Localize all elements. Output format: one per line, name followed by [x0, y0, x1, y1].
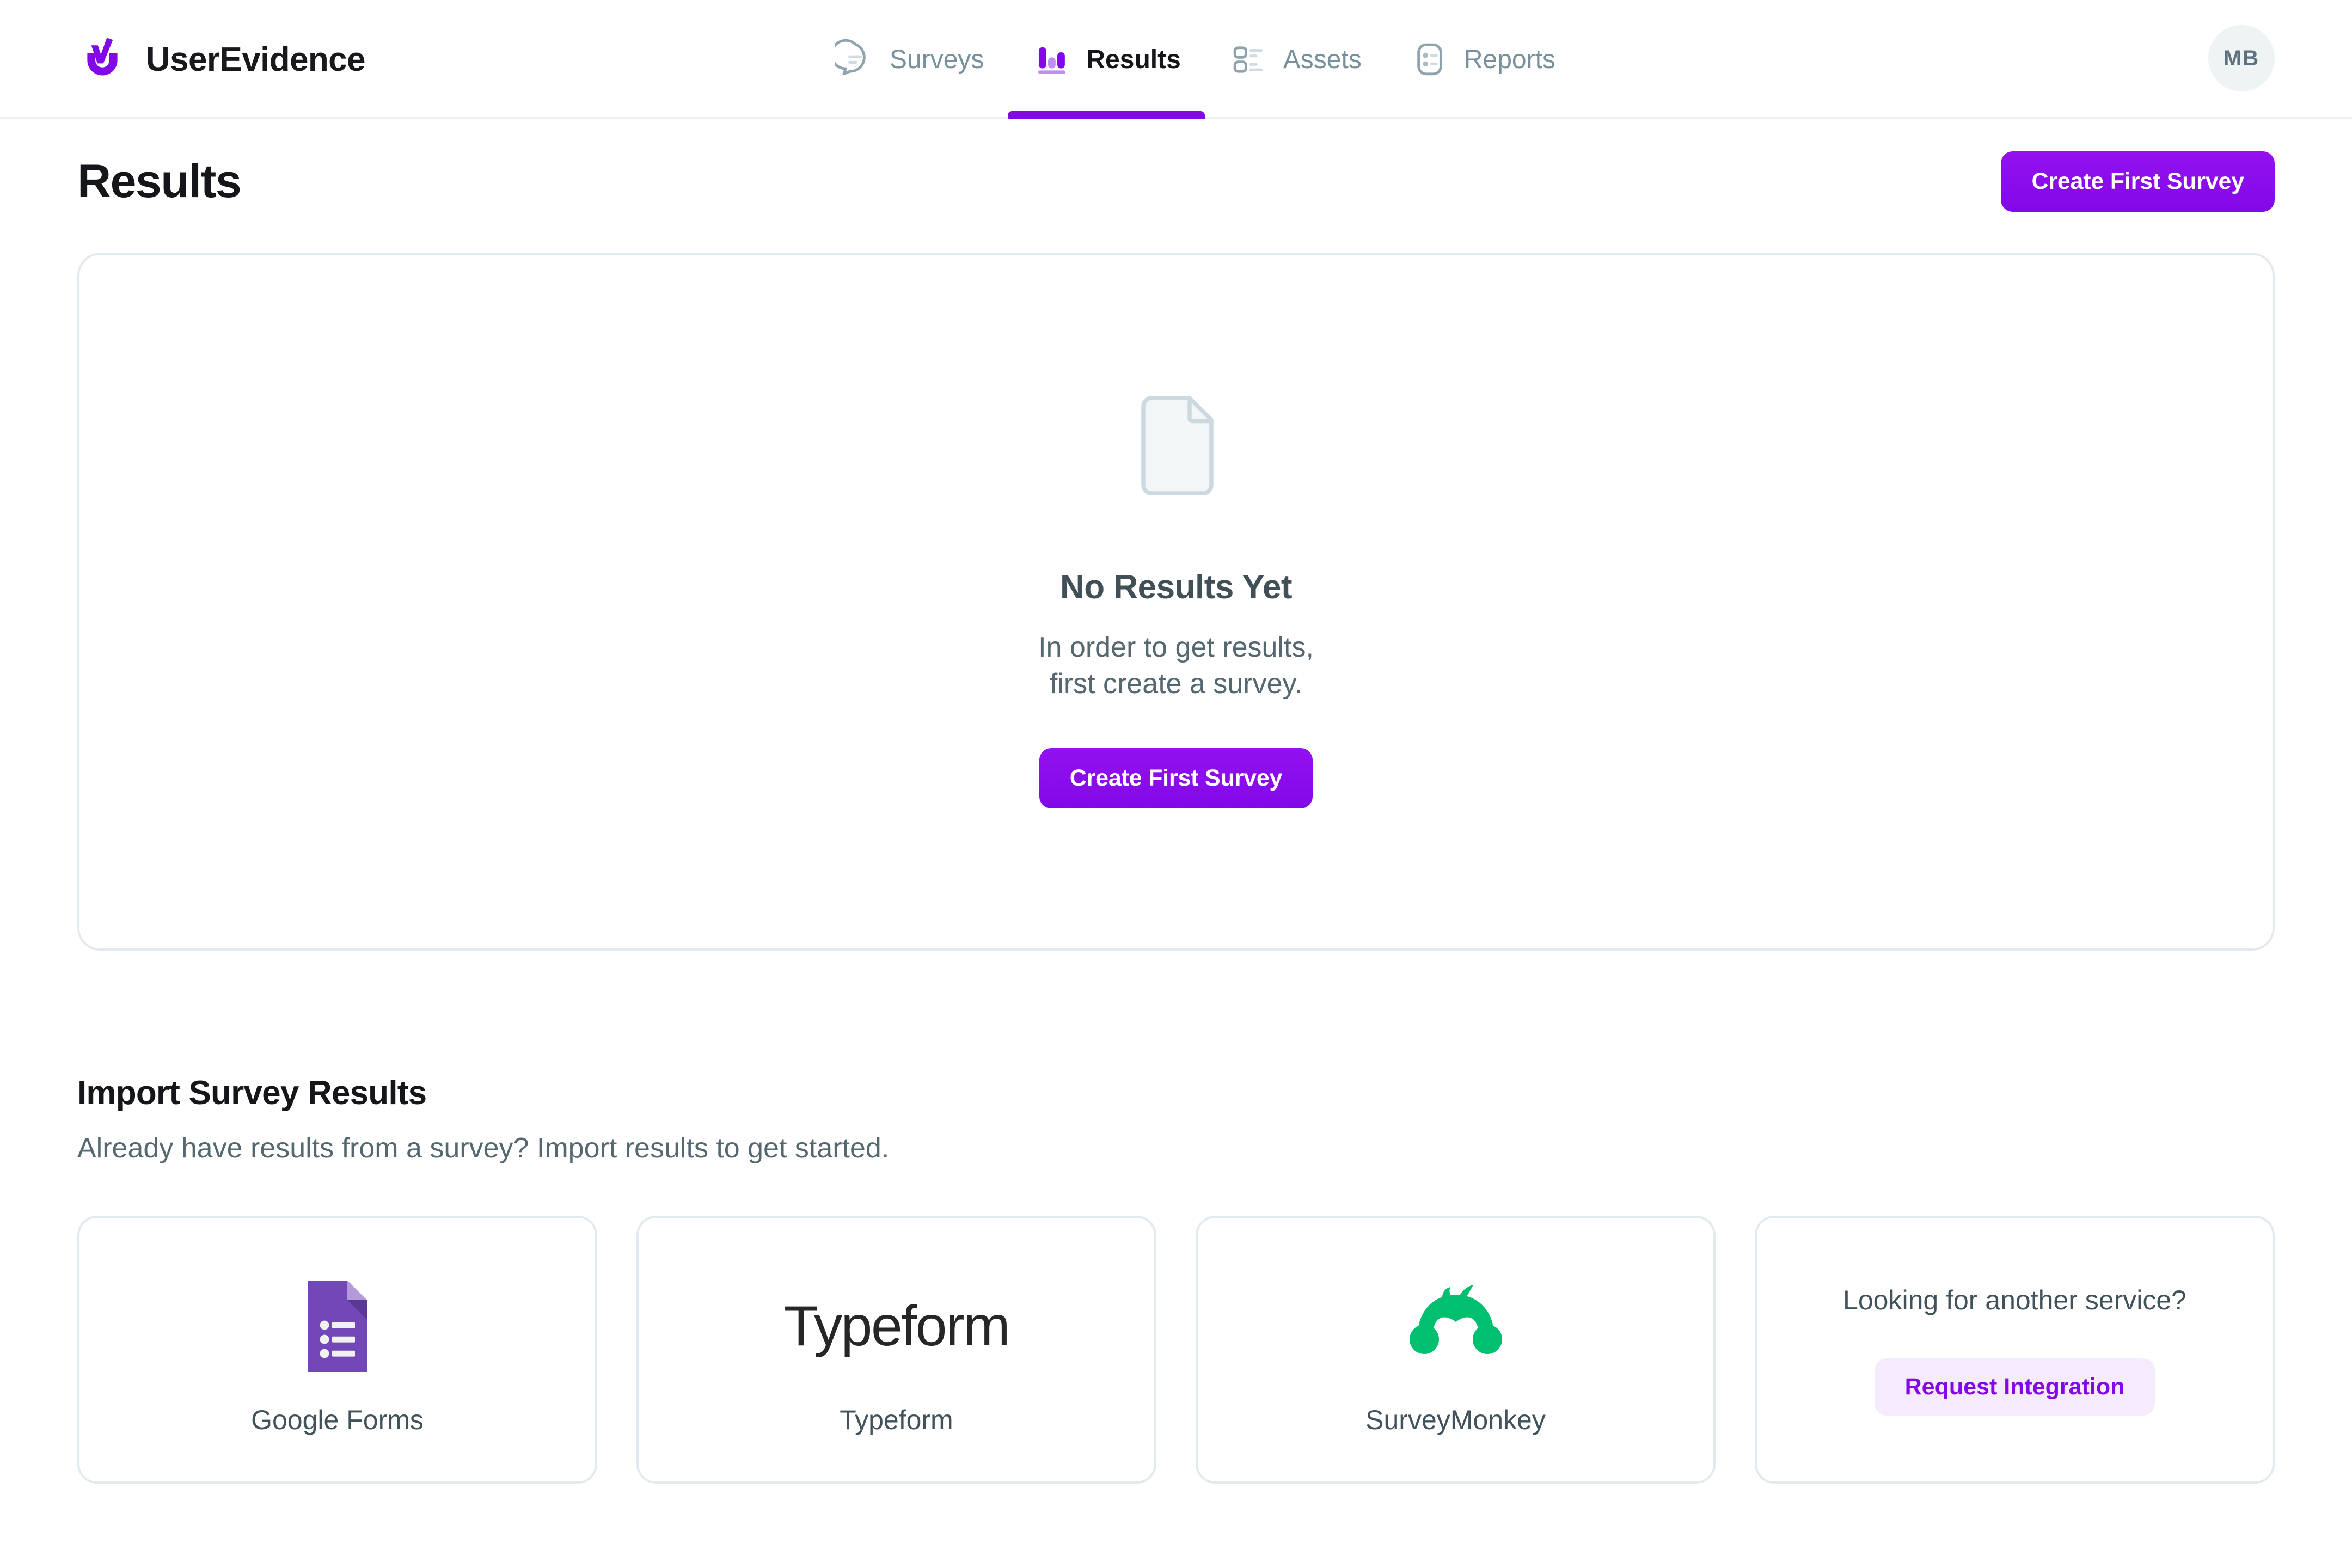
brand-logo[interactable]: UserEvidence [77, 0, 366, 119]
nav-label-surveys: Surveys [890, 45, 984, 74]
google-forms-logo-area [304, 1264, 371, 1389]
page-body: Results Create First Survey No Results Y… [0, 119, 2352, 1484]
integration-card-grid: Google Forms Typeform Typeform SurveyMon… [77, 1216, 2275, 1484]
integration-card-label: Typeform [840, 1405, 953, 1435]
page-title: Results [77, 155, 242, 207]
integration-card-other-service: Looking for another service? Request Int… [1755, 1216, 2275, 1484]
main-navigation: Surveys Results Assets Reports [811, 0, 1579, 119]
surveymonkey-logo-area [1407, 1264, 1505, 1389]
integration-card-surveymonkey[interactable]: SurveyMonkey [1196, 1216, 1716, 1484]
surveymonkey-monkey-icon [1409, 1285, 1502, 1354]
avatar[interactable]: MB [2208, 25, 2275, 91]
bar-chart-icon [1038, 47, 1066, 75]
empty-state-line-2: first create a survey. [1049, 668, 1303, 700]
typeform-logo-area: Typeform [783, 1264, 1010, 1389]
list-checklist-icon [1233, 46, 1263, 73]
nav-label-results: Results [1086, 45, 1181, 74]
integration-card-google-forms[interactable]: Google Forms [77, 1216, 597, 1484]
app-header: UserEvidence Surveys Results Assets Repo… [0, 0, 2352, 119]
nav-item-reports[interactable]: Reports [1386, 0, 1579, 119]
nav-item-assets[interactable]: Assets [1205, 0, 1386, 119]
active-tab-indicator [1008, 111, 1205, 119]
userevidence-checkmark-logo [87, 38, 118, 76]
integration-card-label: SurveyMonkey [1365, 1405, 1546, 1435]
import-survey-results-section: Import Survey Results Already have resul… [77, 1074, 2275, 1484]
request-integration-button[interactable]: Request Integration [1874, 1358, 2155, 1416]
import-section-subtitle: Already have results from a survey? Impo… [77, 1132, 890, 1164]
import-section-title: Import Survey Results [77, 1074, 427, 1112]
integration-card-typeform[interactable]: Typeform Typeform [636, 1216, 1156, 1484]
typeform-wordmark: Typeform [783, 1294, 1010, 1358]
document-page-icon [1141, 396, 1214, 496]
empty-state-title: No Results Yet [1059, 568, 1293, 607]
speech-bubble-icon [835, 39, 866, 76]
brand-name: UserEvidence [146, 40, 366, 78]
nav-label-assets: Assets [1283, 45, 1362, 74]
no-results-empty-state: No Results Yet In order to get results, … [77, 253, 2275, 951]
create-first-survey-cta-button[interactable]: Create First Survey [1039, 748, 1313, 808]
nav-item-results[interactable]: Results [1008, 0, 1205, 119]
empty-state-description: In order to get results, first create a … [1038, 629, 1314, 702]
other-service-question: Looking for another service? [1843, 1284, 2186, 1315]
integration-card-label: Google Forms [251, 1405, 424, 1435]
page-header-row: Results Create First Survey [77, 119, 2275, 244]
report-card-icon [1417, 43, 1442, 76]
nav-item-surveys[interactable]: Surveys [811, 0, 1008, 119]
avatar-initials: MB [2223, 46, 2260, 70]
google-forms-icon [308, 1281, 367, 1372]
create-first-survey-header-button[interactable]: Create First Survey [2001, 151, 2275, 212]
nav-label-reports: Reports [1463, 45, 1555, 74]
empty-state-line-1: In order to get results, [1038, 632, 1314, 664]
